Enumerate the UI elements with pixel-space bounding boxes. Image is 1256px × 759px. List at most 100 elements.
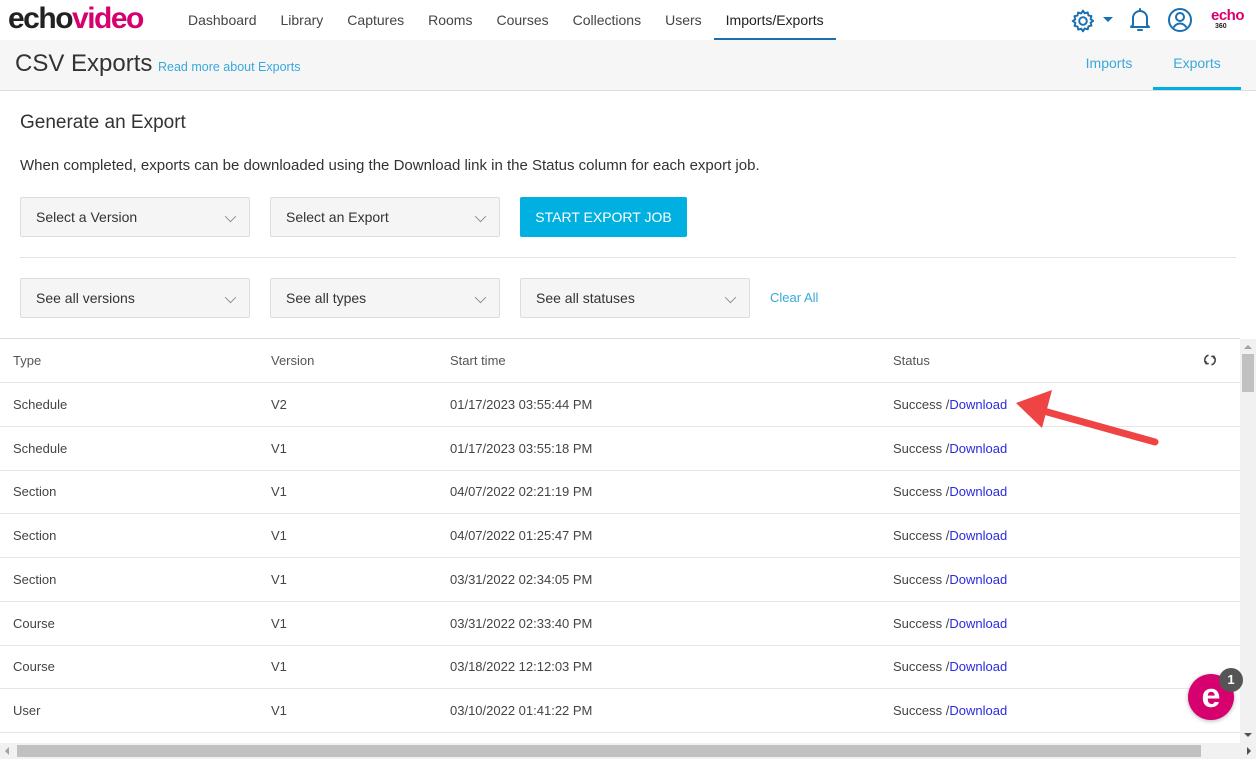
horizontal-scroll-thumb[interactable] xyxy=(17,745,1201,757)
cell-status: Success /Download xyxy=(893,383,1007,426)
generate-export-description: When completed, exports can be downloade… xyxy=(20,157,760,174)
cell-start-time: 04/07/2022 01:25:47 PM xyxy=(450,528,593,544)
cell-type: Section xyxy=(13,484,57,500)
table-row: User V1 03/10/2022 01:41:22 PM Success /Dow… xyxy=(0,689,1240,733)
filter-versions-value: See all versions xyxy=(36,290,135,306)
download-link[interactable]: Download xyxy=(949,528,1007,543)
status-text: Success / xyxy=(893,659,950,675)
export-select[interactable]: Select an Export xyxy=(270,197,500,237)
user-profile-icon[interactable] xyxy=(1167,7,1193,38)
cell-version: V1 xyxy=(271,702,287,718)
download-link[interactable]: Download xyxy=(949,659,1007,674)
cell-start-time: 03/10/2022 01:41:22 PM xyxy=(450,702,593,718)
horizontal-scrollbar[interactable] xyxy=(0,743,1256,759)
download-link[interactable]: Download xyxy=(949,616,1007,631)
nav-dashboard[interactable]: Dashboard xyxy=(176,0,269,40)
start-export-job-button[interactable]: START EXPORT JOB xyxy=(520,197,687,237)
table-row: Course V1 03/31/2022 02:33:40 PM Success /D… xyxy=(0,602,1240,646)
tab-exports[interactable]: Exports xyxy=(1153,40,1241,90)
bell-icon[interactable] xyxy=(1128,7,1152,38)
generate-export-heading: Generate an Export xyxy=(20,112,186,133)
annotation-arrow-icon xyxy=(1016,390,1159,446)
table-row: Course V1 03/18/2022 12:12:03 PM Success /D… xyxy=(0,645,1240,690)
chevron-down-icon xyxy=(474,291,487,304)
echo360-logo[interactable]: echo 360 xyxy=(1211,7,1245,30)
cell-status: Success /Download xyxy=(893,514,1007,557)
tab-imports[interactable]: Imports xyxy=(1070,40,1148,90)
cell-start-time: 03/31/2022 02:34:05 PM xyxy=(450,571,593,587)
section-divider xyxy=(20,257,1236,258)
scroll-up-arrow-icon[interactable] xyxy=(1244,345,1252,349)
refresh-icon[interactable] xyxy=(1203,353,1217,370)
settings-caret-down-icon[interactable] xyxy=(1103,17,1113,22)
download-link[interactable]: Download xyxy=(949,572,1007,587)
download-link[interactable]: Download xyxy=(949,484,1007,499)
main-nav: Dashboard Library Captures Rooms Courses… xyxy=(176,0,836,40)
nav-library[interactable]: Library xyxy=(269,0,336,40)
column-header-version[interactable]: Version xyxy=(271,339,314,382)
status-text: Success / xyxy=(893,440,950,456)
cell-start-time: 03/31/2022 02:33:40 PM xyxy=(450,615,593,631)
scroll-down-arrow-icon[interactable] xyxy=(1244,733,1252,737)
scroll-left-arrow-icon[interactable] xyxy=(5,747,9,755)
scroll-right-arrow-icon[interactable] xyxy=(1247,747,1251,755)
export-select-value: Select an Export xyxy=(286,209,389,225)
cell-type: Course xyxy=(13,615,55,631)
download-link[interactable]: Download xyxy=(949,397,1007,412)
status-text: Success / xyxy=(893,484,950,500)
logo-text-video: video xyxy=(72,2,144,35)
echovideo-logo[interactable]: echovideo xyxy=(8,2,144,36)
table-header-row: Type Version Start time Status xyxy=(0,339,1240,383)
status-text: Success / xyxy=(893,702,950,718)
chevron-down-icon xyxy=(724,291,737,304)
nav-imports-exports[interactable]: Imports/Exports xyxy=(713,0,836,40)
download-link[interactable]: Download xyxy=(949,441,1007,456)
page-title: CSV Exports xyxy=(15,50,153,77)
nav-collections[interactable]: Collections xyxy=(561,0,653,40)
table-row: Section V1 03/31/2022 02:34:05 PM Success /… xyxy=(0,558,1240,602)
cell-type: Section xyxy=(13,528,57,544)
nav-users[interactable]: Users xyxy=(653,0,714,40)
cell-type: Section xyxy=(13,571,57,587)
chevron-down-icon xyxy=(474,210,487,223)
status-text: Success / xyxy=(893,615,950,631)
version-select-value: Select a Version xyxy=(36,209,138,225)
cell-status: Success /Download xyxy=(893,558,1007,601)
status-text: Success / xyxy=(893,528,950,544)
column-header-start-time[interactable]: Start time xyxy=(450,339,506,382)
filter-types-value: See all types xyxy=(286,290,367,306)
version-select[interactable]: Select a Version xyxy=(20,197,250,237)
cell-type: Schedule xyxy=(13,440,68,456)
table-row: Section V1 04/07/2022 02:21:19 PM Success /… xyxy=(0,470,1240,515)
nav-rooms[interactable]: Rooms xyxy=(416,0,484,40)
logo-text-echo: echo xyxy=(8,2,74,35)
download-link[interactable]: Download xyxy=(949,703,1007,718)
vertical-scroll-thumb[interactable] xyxy=(1242,354,1254,392)
filter-versions-select[interactable]: See all versions xyxy=(20,278,250,318)
cell-status: Success /Download xyxy=(893,689,1007,732)
top-navigation: echovideo Dashboard Library Captures Roo… xyxy=(0,0,1256,40)
column-header-status[interactable]: Status xyxy=(893,339,930,382)
echo360-logo-text: echo xyxy=(1211,7,1245,24)
cell-start-time: 01/17/2023 03:55:44 PM xyxy=(450,397,593,412)
filter-statuses-value: See all statuses xyxy=(536,290,635,306)
cell-status: Success /Download xyxy=(893,427,1007,470)
read-more-link[interactable]: Read more about Exports xyxy=(158,60,300,74)
cell-start-time: 03/18/2022 12:12:03 PM xyxy=(450,659,593,675)
cell-version: V1 xyxy=(271,659,287,675)
clear-all-link[interactable]: Clear All xyxy=(770,290,818,305)
filter-types-select[interactable]: See all types xyxy=(270,278,500,318)
column-header-type[interactable]: Type xyxy=(13,339,41,382)
cell-start-time: 01/17/2023 03:55:18 PM xyxy=(450,440,593,456)
echo360-logo-sub: 360 xyxy=(1215,23,1227,30)
chat-support-button[interactable]: e 1 xyxy=(1188,668,1243,720)
filter-statuses-select[interactable]: See all statuses xyxy=(520,278,750,318)
nav-captures[interactable]: Captures xyxy=(335,0,416,40)
nav-courses[interactable]: Courses xyxy=(484,0,560,40)
cell-version: V1 xyxy=(271,615,287,631)
cell-version: V1 xyxy=(271,571,287,587)
cell-type: Course xyxy=(13,659,55,675)
gear-icon[interactable] xyxy=(1070,8,1096,39)
cell-type: Schedule xyxy=(13,397,68,412)
cell-start-time: 04/07/2022 02:21:19 PM xyxy=(450,484,593,500)
